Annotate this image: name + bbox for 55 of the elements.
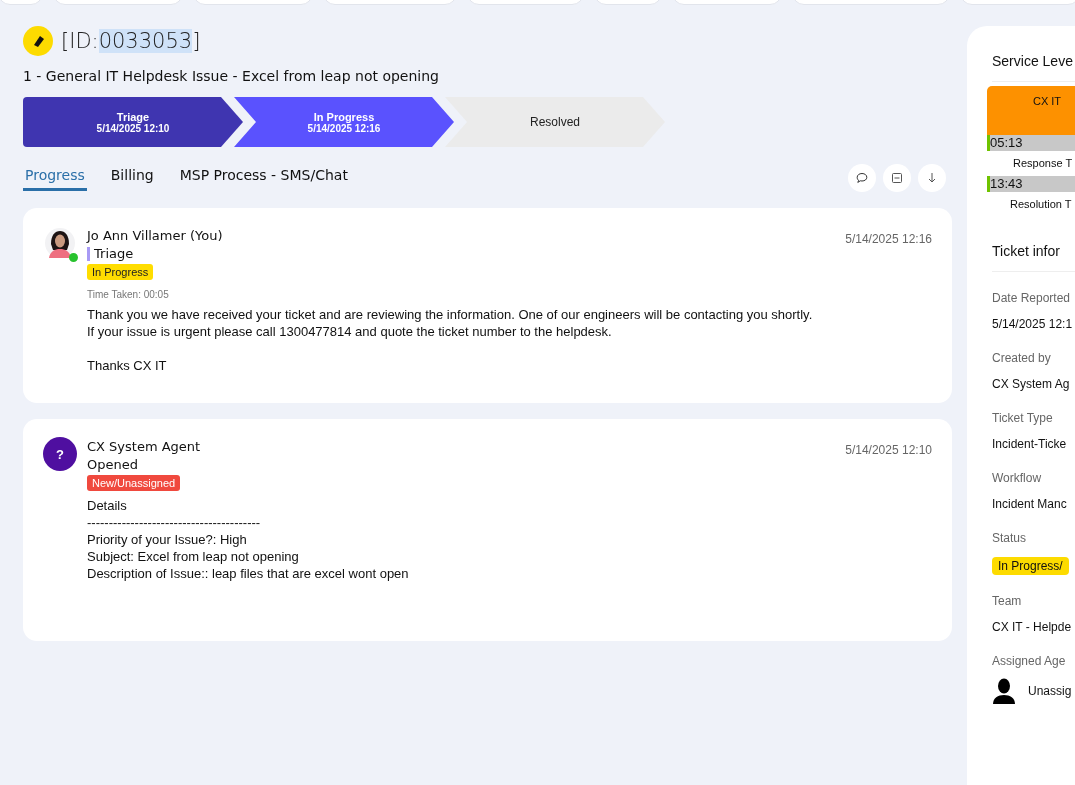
message-line: Description of Issue:: leap files that are excel wont open [87,566,409,583]
message-line: If your issue is urgent please call 1300477814 and quote the ticket number to the helpdesk. [87,324,612,341]
message-line: Thanks CX IT [87,358,167,375]
status-badge: New/Unassigned [87,475,181,491]
field-label: Assigned Age [992,654,1067,668]
field-value: CX IT - Helpde [992,620,1072,634]
message-line: Subject: Excel from leap not opening [87,549,299,566]
tab[interactable]: Billing [108,165,156,191]
minus-square-icon [891,172,903,184]
timer-bar: 05:13 [987,135,1075,151]
progress-step: Triage 5/14/2025 12:10 [23,97,243,147]
message-line: Details [87,498,127,515]
field-value: Incident-Ticke [992,437,1067,451]
field-label: Created by [992,351,1052,365]
tab[interactable]: Progress [23,165,87,191]
progress-step: Resolved [445,97,665,147]
download-button[interactable] [918,164,946,192]
team-name: CX IT [1032,95,1062,107]
status-badge: In Progress [87,264,154,280]
status-badge: In Progress/ [992,557,1069,575]
progress-step: In Progress 5/14/2025 12:16 [234,97,454,147]
field-value: 5/14/2025 12:1 [992,317,1073,331]
section-title: Ticket infor [992,243,1061,259]
author-name: Jo Ann Villamer (You) [87,228,223,243]
field-value: CX System Ag [992,377,1070,391]
field-value: Incident Manc [992,497,1067,511]
stage-name: Triage [94,246,134,261]
timestamp: 5/14/2025 12:10 [845,443,932,457]
field-label: Date Reported [992,291,1072,305]
message-line: Thank you we have received your ticket and are reviewing the information. One of our engineers will be contacting you shortly. [87,307,813,324]
comment-icon [856,172,868,184]
time-taken: Time Taken: 00:05 [87,289,169,300]
avatar: ? [43,437,77,471]
comment-button[interactable] [848,164,876,192]
stage-name: Opened [87,457,138,472]
ticket-id: [ID:0033053] [61,29,201,53]
tab[interactable]: MSP Process - SMS/Chat [177,165,350,191]
field-label: Status [992,531,1028,545]
message-line: ---------------------------------------- [87,515,261,532]
field-value: Unassig [1028,684,1072,698]
section-title: Service Leve [992,53,1074,69]
ticket-icon [23,26,53,56]
field-label: Team [992,594,1023,608]
ticket-title: 1 - General IT Helpdesk Issue - Excel from leap not opening [23,68,440,84]
timer-caption: Response T [1013,157,1074,169]
field-label: Workflow [992,471,1043,485]
timer-caption: Resolution T [1010,198,1073,210]
message-line: Priority of your Issue?: High [87,532,247,549]
collapse-button[interactable] [883,164,911,192]
author-name: CX System Agent [87,439,201,454]
user-icon [992,678,1016,704]
field-label: Ticket Type [992,411,1054,425]
timer-bar: 13:43 [987,176,1075,192]
timestamp: 5/14/2025 12:16 [845,232,932,246]
down-arrow-icon [926,172,938,184]
